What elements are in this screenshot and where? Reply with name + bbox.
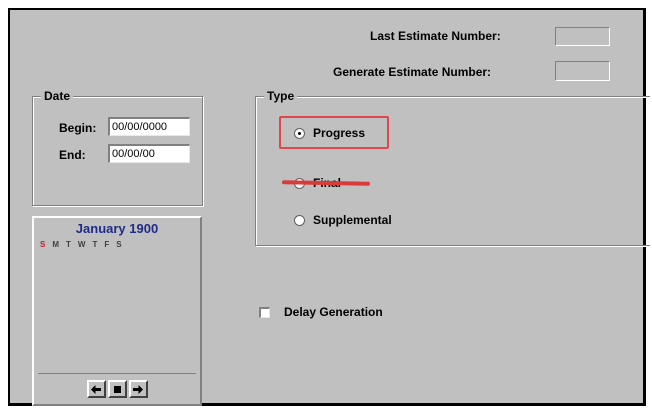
begin-label: Begin: bbox=[59, 121, 97, 135]
weekday-fri: F bbox=[104, 240, 110, 249]
arrow-left-icon bbox=[91, 384, 101, 394]
calendar-month-year: January 1900 bbox=[75, 221, 159, 236]
delay-generation-label: Delay Generation bbox=[284, 305, 383, 319]
weekday-thu: T bbox=[92, 240, 98, 249]
begin-date-input[interactable]: 00/00/0000 bbox=[108, 117, 190, 136]
weekday-sun: S bbox=[40, 240, 46, 249]
calendar-nav bbox=[34, 380, 200, 398]
generate-estimate-number-field[interactable] bbox=[555, 61, 610, 81]
radio-supplemental[interactable]: Supplemental bbox=[294, 213, 392, 227]
calendar-weekday-header: S M T W T F S bbox=[40, 240, 122, 249]
end-date-input[interactable]: 00/00/00 bbox=[108, 144, 190, 163]
arrow-right-icon bbox=[133, 384, 143, 394]
last-estimate-number-label: Last Estimate Number: bbox=[370, 29, 501, 43]
type-group: Type Progress Final Supplemental bbox=[255, 89, 650, 246]
weekday-sat: S bbox=[116, 240, 122, 249]
calendar-prev-button[interactable] bbox=[86, 380, 106, 398]
radio-supplemental-dot[interactable] bbox=[294, 214, 305, 226]
date-group-title: Date bbox=[41, 89, 74, 103]
weekday-wed: W bbox=[77, 240, 86, 249]
delay-generation-checkbox-row[interactable]: Delay Generation bbox=[259, 305, 383, 319]
weekday-tue: T bbox=[66, 240, 71, 249]
calendar-today-button[interactable] bbox=[107, 380, 127, 398]
square-icon bbox=[113, 385, 121, 393]
calendar: January 1900 S M T W T F S bbox=[32, 216, 202, 406]
generate-estimate-number-label: Generate Estimate Number: bbox=[333, 65, 492, 79]
type-group-title: Type bbox=[264, 89, 298, 103]
delay-generation-checkbox[interactable] bbox=[259, 306, 270, 318]
estimate-form-window: Last Estimate Number: Generate Estimate … bbox=[8, 8, 650, 406]
date-group: Date Begin: 00/00/0000 End: 00/00/00 bbox=[32, 89, 203, 206]
weekday-mon: M bbox=[52, 240, 60, 249]
calendar-next-button[interactable] bbox=[128, 380, 148, 398]
progress-highlight-box bbox=[279, 116, 389, 149]
calendar-day-grid[interactable] bbox=[38, 251, 196, 374]
last-estimate-number-field[interactable] bbox=[555, 27, 610, 46]
radio-supplemental-label: Supplemental bbox=[313, 213, 392, 227]
end-label: End: bbox=[59, 148, 86, 162]
